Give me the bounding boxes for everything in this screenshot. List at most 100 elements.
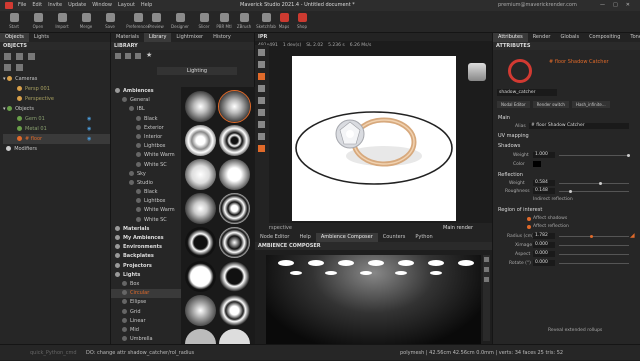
- roughness-field[interactable]: 0.148: [533, 188, 555, 194]
- affect-reflection-toggle[interactable]: Affect reflection: [533, 224, 569, 229]
- tree-item-object[interactable]: Gem 01 ◉: [3, 114, 110, 124]
- minimize-icon[interactable]: —: [600, 0, 605, 11]
- library-tree-item[interactable]: White Warm: [111, 206, 181, 215]
- library-tree-item[interactable]: Backplates: [111, 252, 181, 261]
- library-tree-item[interactable]: White Warm: [111, 151, 181, 160]
- library-tree-item[interactable]: White SC: [111, 161, 181, 170]
- toolbar-pbr-button[interactable]: PBR Mtl: [214, 13, 234, 29]
- radio-icon[interactable]: [527, 225, 531, 229]
- tab-node-editor[interactable]: Node Editor: [255, 233, 294, 242]
- grid-view-icon[interactable]: [115, 53, 121, 59]
- shadow-catcher-preview[interactable]: [508, 59, 532, 83]
- tree-item-object-selected[interactable]: # floor ◉: [3, 134, 110, 144]
- tree-item-camera[interactable]: Perspective: [3, 94, 110, 104]
- library-tree-item[interactable]: Mid: [111, 326, 181, 335]
- library-tree-item[interactable]: Environments: [111, 243, 181, 252]
- tab-history[interactable]: History: [208, 33, 236, 42]
- render-switch-button[interactable]: Render switch: [532, 101, 569, 108]
- pan-tool-icon[interactable]: [258, 109, 265, 116]
- tree-objects[interactable]: ▾ Objects: [3, 104, 110, 114]
- affect-shadows-toggle[interactable]: Affect shadows: [533, 216, 567, 221]
- toolbar-preview-button[interactable]: Preview: [146, 13, 166, 29]
- ambience-thumbnail[interactable]: [219, 295, 250, 326]
- menu-layout[interactable]: Layout: [118, 0, 135, 11]
- ambience-thumbnail[interactable]: [219, 125, 250, 156]
- rotate-tool-icon[interactable]: [258, 85, 265, 92]
- section-region-of-interest[interactable]: Region of interest: [498, 207, 542, 213]
- section-main[interactable]: Main: [498, 115, 510, 121]
- light-tool-icon[interactable]: [258, 145, 265, 152]
- tab-counters[interactable]: Counters: [378, 233, 411, 242]
- light-icon[interactable]: [484, 277, 489, 282]
- library-tree-item[interactable]: General: [111, 96, 181, 105]
- library-filter[interactable]: Lighting: [157, 67, 237, 75]
- library-tree-item[interactable]: Lightbox: [111, 197, 181, 206]
- library-tree-item[interactable]: Interior: [111, 133, 181, 142]
- tab-lights[interactable]: Lights: [29, 33, 54, 42]
- ambience-thumbnail[interactable]: [185, 227, 216, 258]
- eraser-icon[interactable]: [484, 267, 489, 272]
- radio-icon[interactable]: [527, 217, 531, 221]
- library-tree-item[interactable]: Ellipse: [111, 298, 181, 307]
- ambience-thumbnail[interactable]: [219, 227, 250, 258]
- ximage-slider[interactable]: [559, 245, 629, 246]
- ambience-thumbnail[interactable]: [219, 329, 250, 344]
- indirect-reflection-toggle[interactable]: Indirect reflection: [533, 197, 573, 202]
- library-tree-item[interactable]: Grid: [111, 308, 181, 317]
- ambience-thumbnail[interactable]: [218, 90, 251, 123]
- tab-ambience-composer[interactable]: Ambience Composer: [315, 233, 378, 242]
- add-icon[interactable]: [4, 53, 11, 60]
- toolbar-open-button[interactable]: Open: [28, 13, 48, 29]
- tab-globals[interactable]: Globals: [556, 33, 585, 42]
- menu-update[interactable]: Update: [68, 0, 86, 11]
- tree-cameras[interactable]: ▾ Cameras: [3, 74, 110, 84]
- radius-knob[interactable]: [589, 235, 593, 238]
- ambience-thumbnail[interactable]: [185, 261, 216, 292]
- visibility-icon[interactable]: ◉: [87, 114, 91, 124]
- tab-compositing[interactable]: Compositing: [584, 33, 625, 42]
- shadows-weight-field[interactable]: 1.000: [533, 152, 555, 158]
- reflection-weight-knob[interactable]: [598, 182, 602, 185]
- library-tree-item[interactable]: Lights: [111, 271, 181, 280]
- toolbar-zbrush-button[interactable]: ZBrush: [234, 13, 254, 29]
- roughness-knob[interactable]: [569, 190, 573, 193]
- tab-materials[interactable]: Materials: [111, 33, 144, 42]
- render-mode-select[interactable]: Main render: [443, 223, 473, 233]
- ambience-thumbnail[interactable]: [185, 125, 216, 156]
- library-tree-item[interactable]: Materials: [111, 225, 181, 234]
- user-account[interactable]: premium@maverickrender.com: [498, 0, 577, 11]
- tab-library[interactable]: Library: [143, 33, 172, 42]
- view-cube-icon[interactable]: [468, 63, 486, 81]
- toolbar-import-button[interactable]: Import: [52, 13, 72, 29]
- tree-item-camera[interactable]: Persp 001: [3, 84, 110, 94]
- library-tree-item[interactable]: White SC: [111, 216, 181, 225]
- ambience-thumbnail[interactable]: [185, 329, 216, 344]
- reflection-weight-slider[interactable]: [559, 183, 629, 184]
- ximage-field[interactable]: 0.000: [533, 242, 555, 248]
- alias-field[interactable]: # floor Shadow Catcher: [529, 123, 629, 129]
- nodal-editor-button[interactable]: Nodal Editor: [497, 101, 530, 108]
- toolbar-merge-button[interactable]: Merge: [76, 13, 96, 29]
- ambience-thumbnail[interactable]: [219, 261, 250, 292]
- tree-modifiers[interactable]: Modifiers: [3, 144, 110, 154]
- menu-edit[interactable]: Edit: [32, 0, 42, 11]
- filter-icon[interactable]: [16, 64, 23, 71]
- section-uv-mapping[interactable]: UV mapping: [498, 133, 529, 139]
- library-tree-item[interactable]: Umbrella: [111, 335, 181, 344]
- ambience-thumbnail[interactable]: [219, 159, 250, 190]
- radius-field[interactable]: 1.782: [533, 233, 555, 239]
- menu-invite[interactable]: Invite: [48, 0, 62, 11]
- delete-icon[interactable]: [28, 53, 35, 60]
- reflection-weight-field[interactable]: 0.584: [533, 180, 555, 186]
- python-command-input[interactable]: quick_Python_cmd: [30, 345, 77, 361]
- select-tool-icon[interactable]: [258, 49, 265, 56]
- move-tool-icon[interactable]: [258, 61, 265, 68]
- star-icon[interactable]: ★: [146, 51, 152, 59]
- library-tree-item[interactable]: Exterior: [111, 124, 181, 133]
- tree-item-object[interactable]: Metal 01 ◉: [3, 124, 110, 134]
- radius-slider[interactable]: [559, 236, 629, 237]
- tab-python[interactable]: Python: [410, 233, 437, 242]
- tab-help[interactable]: Help: [294, 233, 315, 242]
- shadows-weight-slider[interactable]: [559, 155, 629, 156]
- library-tree-item[interactable]: Sky: [111, 170, 181, 179]
